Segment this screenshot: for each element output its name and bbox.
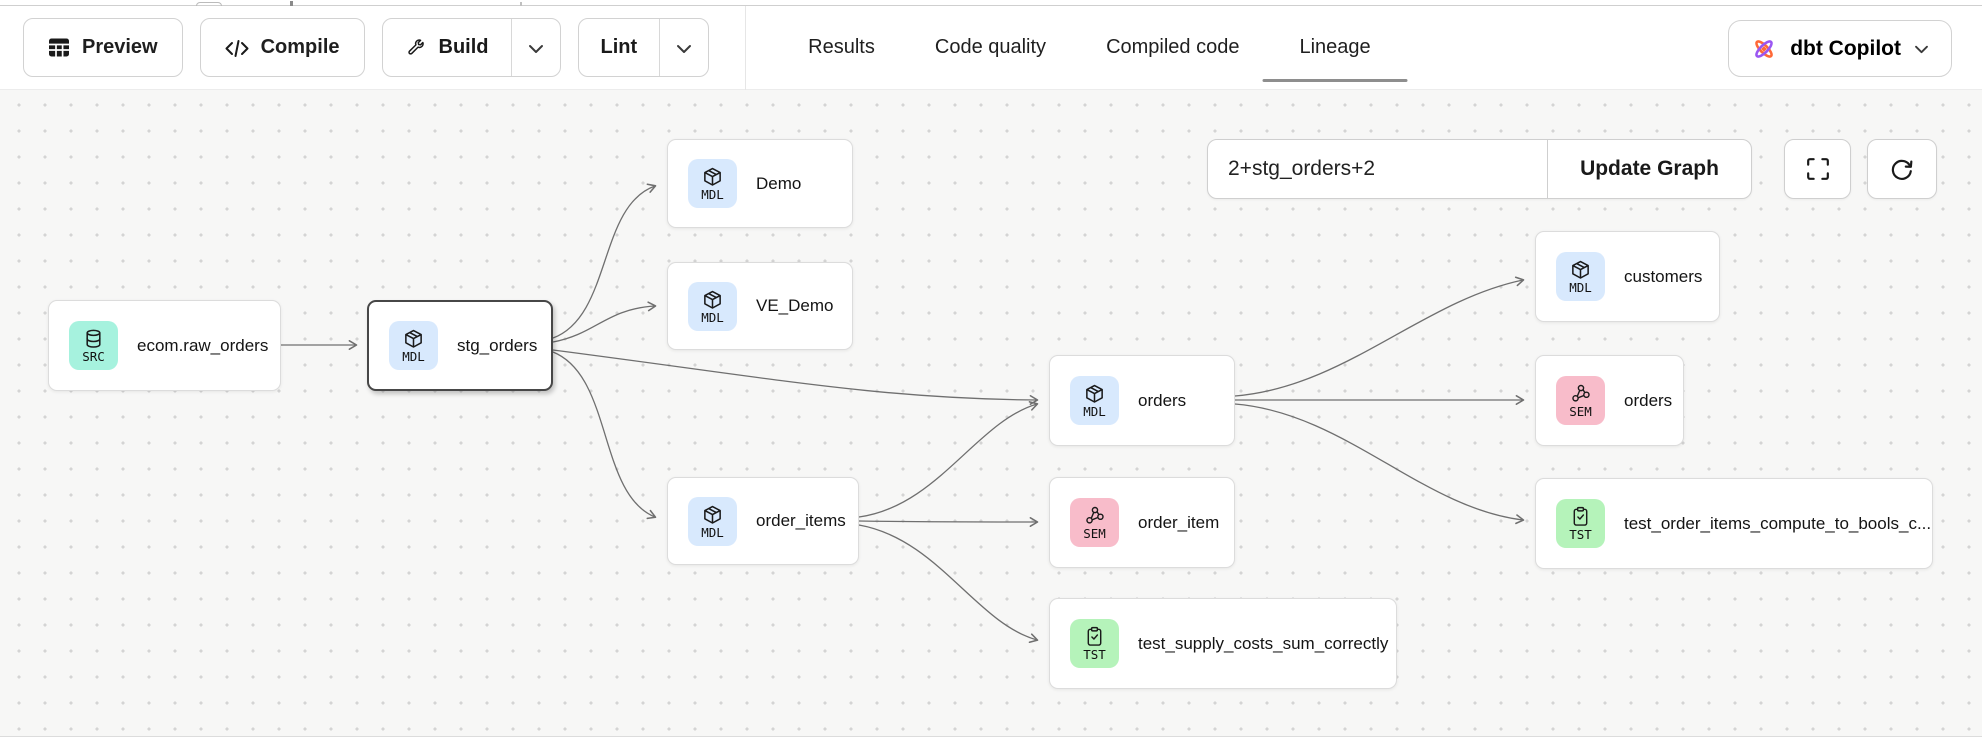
model-badge: MDL xyxy=(688,282,737,331)
tab-results-label: Results xyxy=(808,36,875,59)
lineage-node-stg-orders[interactable]: MDL stg_orders xyxy=(367,300,553,391)
cube-icon xyxy=(1570,259,1591,280)
tab-lineage-label: Lineage xyxy=(1299,36,1370,59)
node-label: order_item xyxy=(1138,513,1219,533)
lineage-canvas[interactable]: SRC ecom.raw_orders MDL stg_orders MDL D… xyxy=(0,90,1982,736)
node-label: customers xyxy=(1624,267,1702,287)
lint-dropdown-button[interactable] xyxy=(659,19,708,76)
node-label: orders xyxy=(1138,391,1186,411)
chevron-down-icon xyxy=(676,42,692,54)
badge-type-label: SEM xyxy=(1569,405,1592,418)
semantic-badge: SEM xyxy=(1070,498,1119,547)
model-badge: MDL xyxy=(688,497,737,546)
results-panel-header: Preview Compile Build Lint xyxy=(0,6,1982,90)
badge-type-label: MDL xyxy=(701,311,724,324)
badge-type-label: MDL xyxy=(701,188,724,201)
node-label: ecom.raw_orders xyxy=(137,336,268,356)
cube-icon xyxy=(403,328,424,349)
fullscreen-button[interactable] xyxy=(1784,139,1851,199)
statusbar-strip xyxy=(0,736,1982,748)
lineage-node-demo[interactable]: MDL Demo xyxy=(667,139,853,228)
test-clipboard-icon xyxy=(1084,626,1105,647)
lineage-node-ve-demo[interactable]: MDL VE_Demo xyxy=(667,262,853,350)
dbt-ide-page: Preview Compile Build Lint xyxy=(0,0,1982,748)
test-badge: TST xyxy=(1070,619,1119,668)
badge-type-label: SEM xyxy=(1083,527,1106,540)
node-label: orders xyxy=(1624,391,1672,411)
tab-lineage[interactable]: Lineage xyxy=(1299,6,1370,89)
database-icon xyxy=(83,328,104,349)
lineage-selector-bar: 2+stg_orders+2 Update Graph xyxy=(1207,139,1752,199)
build-button-group: Build xyxy=(382,18,561,77)
preview-button[interactable]: Preview xyxy=(23,18,183,77)
compile-button-label: Compile xyxy=(261,36,340,59)
test-badge: TST xyxy=(1556,499,1605,548)
test-clipboard-icon xyxy=(1570,506,1591,527)
model-badge: MDL xyxy=(1070,376,1119,425)
chevron-down-icon xyxy=(528,42,544,54)
table-icon xyxy=(48,37,70,58)
badge-type-label: MDL xyxy=(1569,281,1592,294)
cube-icon xyxy=(702,166,723,187)
lint-button-group: Lint xyxy=(578,18,710,77)
node-label: VE_Demo xyxy=(756,296,833,316)
model-badge: MDL xyxy=(389,321,438,370)
lineage-node-test-order-items[interactable]: TST test_order_items_compute_to_bools_c.… xyxy=(1535,478,1933,569)
badge-type-label: SRC xyxy=(82,350,105,363)
badge-type-label: MDL xyxy=(402,350,425,363)
lint-button[interactable]: Lint xyxy=(579,19,660,76)
lint-button-label: Lint xyxy=(601,36,638,59)
dbt-logo-icon xyxy=(1751,36,1777,62)
tab-results[interactable]: Results xyxy=(808,6,875,89)
refresh-icon xyxy=(1889,156,1915,182)
build-button-label: Build xyxy=(439,36,489,59)
node-label: test_supply_costs_sum_correctly xyxy=(1138,634,1388,654)
dbt-copilot-label: dbt Copilot xyxy=(1790,37,1901,61)
compile-button[interactable]: Compile xyxy=(200,18,365,77)
cube-icon xyxy=(702,504,723,525)
lineage-node-order-items[interactable]: MDL order_items xyxy=(667,477,859,565)
semantic-graph-icon xyxy=(1084,505,1105,526)
active-tab-underline xyxy=(1263,79,1408,82)
lineage-selector-input[interactable]: 2+stg_orders+2 xyxy=(1208,140,1547,198)
badge-type-label: TST xyxy=(1569,528,1592,541)
build-dropdown-button[interactable] xyxy=(511,19,560,76)
fullscreen-icon xyxy=(1806,157,1830,181)
action-toolbar: Preview Compile Build Lint xyxy=(0,6,746,89)
tab-code-quality[interactable]: Code quality xyxy=(935,6,1046,89)
wrench-icon xyxy=(405,37,427,59)
cube-icon xyxy=(702,289,723,310)
lineage-node-test-supply-costs[interactable]: TST test_supply_costs_sum_correctly xyxy=(1049,598,1397,689)
update-graph-button[interactable]: Update Graph xyxy=(1547,140,1751,198)
lineage-node-orders-model[interactable]: MDL orders xyxy=(1049,355,1235,446)
semantic-badge: SEM xyxy=(1556,376,1605,425)
badge-type-label: TST xyxy=(1083,648,1106,661)
model-badge: MDL xyxy=(1556,252,1605,301)
refresh-graph-button[interactable] xyxy=(1867,139,1937,199)
lineage-node-ecom-raw-orders[interactable]: SRC ecom.raw_orders xyxy=(48,300,281,391)
panel-tabs: Results Code quality Compiled code Linea… xyxy=(808,6,1371,89)
semantic-graph-icon xyxy=(1570,383,1591,404)
lineage-node-order-item[interactable]: SEM order_item xyxy=(1049,477,1235,568)
lineage-node-orders-semantic[interactable]: SEM orders xyxy=(1535,355,1684,446)
tab-compiled-code-label: Compiled code xyxy=(1106,36,1239,59)
badge-type-label: MDL xyxy=(701,526,724,539)
chevron-down-icon xyxy=(1914,43,1929,54)
node-label: test_order_items_compute_to_bools_c... xyxy=(1624,514,1931,534)
preview-button-label: Preview xyxy=(82,36,158,59)
build-button[interactable]: Build xyxy=(383,19,511,76)
badge-type-label: MDL xyxy=(1083,405,1106,418)
cube-icon xyxy=(1084,383,1105,404)
code-icon xyxy=(225,38,249,58)
node-label: stg_orders xyxy=(457,336,537,356)
node-label: Demo xyxy=(756,174,801,194)
source-badge: SRC xyxy=(69,321,118,370)
dbt-copilot-button[interactable]: dbt Copilot xyxy=(1728,20,1952,77)
tab-code-quality-label: Code quality xyxy=(935,36,1046,59)
model-badge: MDL xyxy=(688,159,737,208)
tab-compiled-code[interactable]: Compiled code xyxy=(1106,6,1239,89)
toolbar-divider xyxy=(745,6,746,90)
lineage-node-customers[interactable]: MDL customers xyxy=(1535,231,1720,322)
node-label: order_items xyxy=(756,511,846,531)
